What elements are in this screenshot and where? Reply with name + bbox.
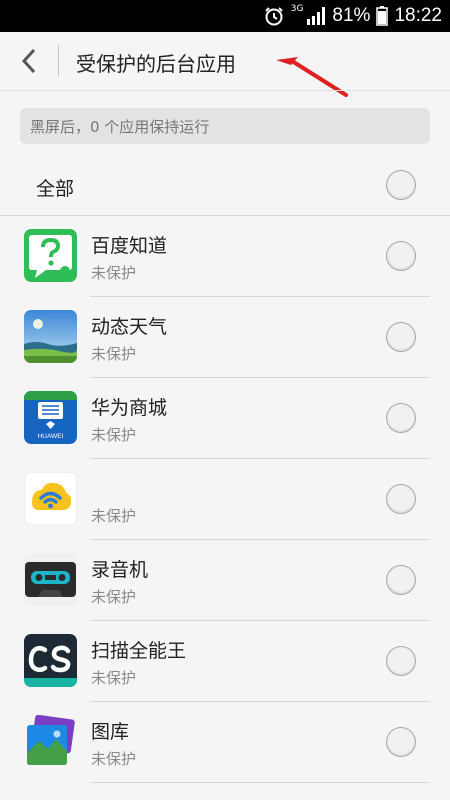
app-radio[interactable] [386, 565, 416, 595]
recorder-icon [24, 553, 77, 606]
row-divider [90, 782, 430, 783]
select-all-row[interactable]: 全部 [0, 158, 450, 214]
app-status: 未保护 [91, 588, 137, 606]
alarm-icon [265, 7, 283, 26]
app-status: 未保护 [91, 750, 137, 768]
camscanner-icon [24, 634, 77, 687]
app-status: 未保护 [91, 426, 137, 444]
signal-icon [307, 7, 326, 25]
app-name: 华为商城 [91, 397, 168, 419]
network-type: 3G [290, 4, 304, 14]
app-name: 扫描全能王 [91, 640, 187, 662]
app-radio[interactable] [386, 403, 416, 433]
app-radio[interactable] [386, 727, 416, 757]
hint-text: 黑屏后，0 个应用保持运行 [30, 117, 210, 136]
app-status: 未保护 [91, 345, 137, 363]
app-status: 未保护 [91, 669, 137, 687]
app-status: 未保护 [91, 507, 137, 525]
svg-text:HUAWEI: HUAWEI [38, 433, 64, 440]
app-radio[interactable] [386, 484, 416, 514]
app-row-camscanner[interactable]: 扫描全能王 未保护 [0, 621, 450, 702]
app-name: 图库 [91, 721, 130, 743]
app-status: 未保护 [91, 264, 137, 282]
app-row-baidu-zhidao[interactable]: 百度知道 未保护 [0, 216, 450, 297]
select-all-label: 全部 [36, 178, 75, 200]
app-row-wifi-app[interactable]: 未保护 [0, 459, 450, 540]
weather-icon [24, 310, 77, 363]
app-name: 动态天气 [91, 316, 168, 338]
app-radio[interactable] [386, 646, 416, 676]
app-row-recorder[interactable]: 录音机 未保护 [0, 540, 450, 621]
app-radio[interactable] [386, 241, 416, 271]
header-divider-line [0, 90, 450, 91]
app-row-weather[interactable]: 动态天气 未保护 [0, 297, 450, 378]
select-all-radio[interactable] [386, 170, 416, 200]
wifi-app-icon [24, 472, 77, 525]
battery-percent: 81% [332, 5, 371, 26]
app-name: 百度知道 [91, 235, 168, 257]
gallery-icon [24, 715, 77, 768]
annotation-arrow-icon [276, 57, 348, 97]
app-row-huawei-store[interactable]: HUAWEI 华为商城 未保护 [0, 378, 450, 459]
header-divider [58, 45, 59, 77]
chevron-left-icon [21, 48, 36, 74]
hint-banner: 黑屏后，0 个应用保持运行 [20, 108, 430, 144]
app-row-gallery[interactable]: 图库 未保护 [0, 702, 450, 783]
page-title: 受保护的后台应用 [76, 52, 236, 76]
status-bar: 3G 81% 18:22 [0, 0, 450, 32]
app-header: 受保护的后台应用 [0, 32, 450, 97]
huawei-store-icon: HUAWEI [24, 391, 77, 444]
battery-icon [376, 6, 389, 26]
app-name: 录音机 [91, 559, 149, 581]
clock: 18:22 [394, 5, 442, 26]
baidu-zhidao-icon [24, 229, 77, 282]
app-radio[interactable] [386, 322, 416, 352]
back-button[interactable] [8, 41, 50, 81]
